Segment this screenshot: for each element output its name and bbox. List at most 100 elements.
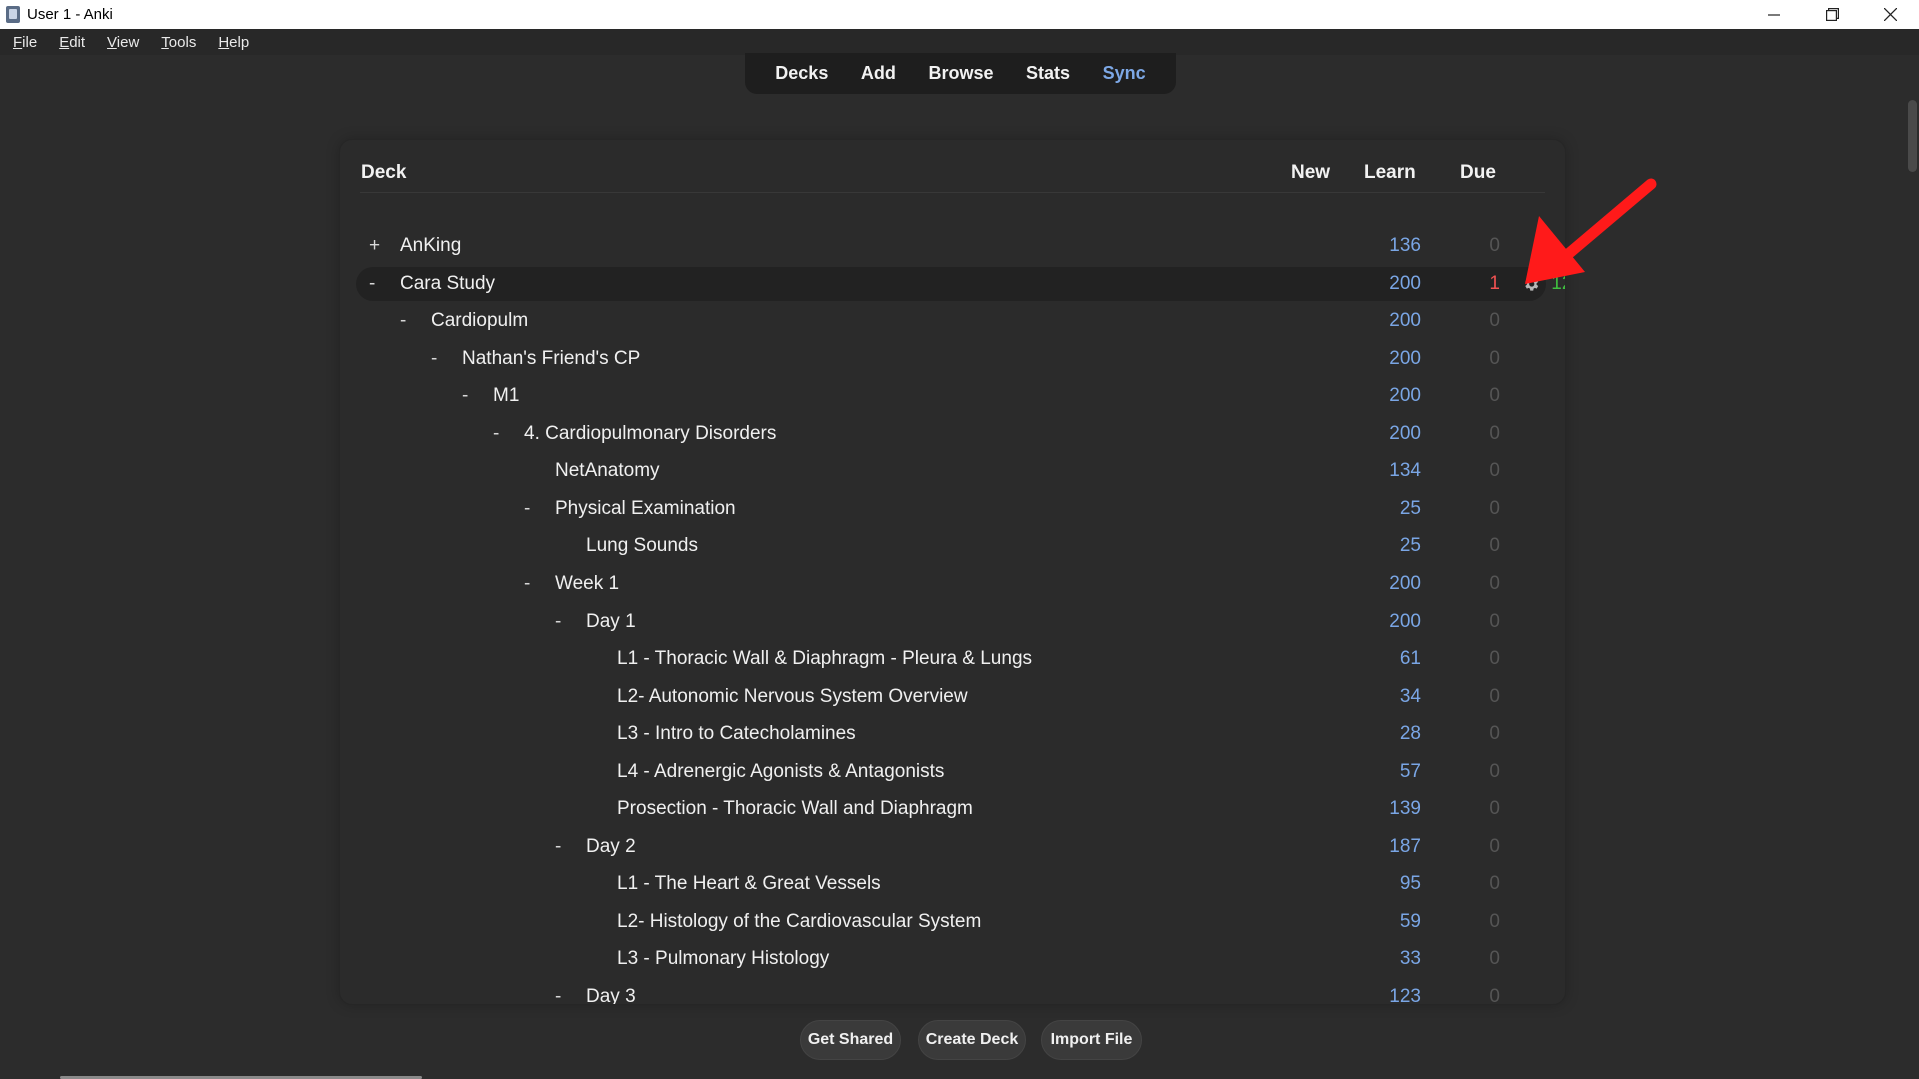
toolbar-stats[interactable]: Stats xyxy=(1026,63,1070,84)
deck-name-link[interactable]: - Cara Study xyxy=(369,273,495,295)
deck-name-link[interactable]: - Cardiopulm xyxy=(400,310,528,332)
new-count: 33 xyxy=(1399,948,1421,970)
menu-tools-label: ools xyxy=(168,33,197,51)
deck-collapse-toggle[interactable]: - xyxy=(400,310,431,332)
learn-count: 0 xyxy=(1489,610,1500,632)
deck-name-link[interactable]: L3 - Pulmonary Histology xyxy=(586,948,829,970)
deck-row[interactable]: -Day 218700 xyxy=(356,830,1546,864)
deck-row[interactable]: -Nathan's Friend's CP20000 xyxy=(356,342,1546,376)
deck-collapse-toggle[interactable]: - xyxy=(555,611,586,633)
due-count: 0 xyxy=(1523,723,1565,745)
deck-name-link[interactable]: L4 - Adrenergic Agonists & Antagonists xyxy=(586,761,944,783)
vertical-scrollbar-thumb[interactable] xyxy=(1908,100,1917,172)
deck-row[interactable]: -Cardiopulm20000 xyxy=(356,304,1546,338)
column-header-learn: Learn xyxy=(1364,162,1416,183)
deck-name-link[interactable]: L2- Autonomic Nervous System Overview xyxy=(586,686,968,708)
toolbar-browse[interactable]: Browse xyxy=(928,63,993,84)
deck-name-link[interactable]: - M1 xyxy=(462,385,519,407)
due-count: 0 xyxy=(1523,348,1565,370)
new-count: 61 xyxy=(1399,648,1421,670)
red-arrow-annotation xyxy=(1525,178,1657,284)
new-count: 187 xyxy=(1389,835,1421,857)
due-count: 0 xyxy=(1523,423,1565,445)
deck-name-link[interactable]: L2- Histology of the Cardiovascular Syst… xyxy=(586,911,981,933)
deck-row[interactable]: -Week 120000 xyxy=(356,567,1546,601)
deck-name-link[interactable]: Prosection - Thoracic Wall and Diaphragm xyxy=(586,798,973,820)
minimize-button[interactable] xyxy=(1745,0,1803,29)
new-count: 200 xyxy=(1389,347,1421,369)
deck-collapse-toggle[interactable]: - xyxy=(524,573,555,595)
learn-count: 0 xyxy=(1489,986,1500,1004)
column-header-due: Due xyxy=(1460,162,1496,183)
deck-row[interactable]: L4 - Adrenergic Agonists & Antagonists 57… xyxy=(356,755,1546,789)
toolbar-add[interactable]: Add xyxy=(861,63,896,84)
deck-row[interactable]: L1 - The Heart & Great Vessels9500 xyxy=(356,867,1546,901)
due-count: 0 xyxy=(1523,460,1565,482)
column-header-deck: Deck xyxy=(361,162,407,183)
new-count: 200 xyxy=(1389,310,1421,332)
toolbar-decks[interactable]: Decks xyxy=(775,63,828,84)
deck-collapse-toggle[interactable]: - xyxy=(431,348,462,370)
deck-collapse-toggle[interactable]: - xyxy=(462,385,493,407)
get-shared-button[interactable]: Get Shared xyxy=(800,1020,901,1060)
deck-name-link[interactable]: + AnKing xyxy=(369,235,461,257)
deck-name-label: Cara Study xyxy=(400,272,496,294)
due-count: 0 xyxy=(1523,498,1565,520)
deck-row[interactable]: L2- Autonomic Nervous System Overview 34 0… xyxy=(356,680,1546,714)
deck-name-link[interactable]: L1 - Thoracic Wall & Diaphragm - Pleura … xyxy=(586,648,1032,670)
deck-name-label: Lung Sounds xyxy=(586,535,698,557)
deck-list: Deck New Learn Due +AnKing13600-Cara Stu… xyxy=(340,140,1565,1004)
menu-view[interactable]: View xyxy=(94,34,148,51)
deck-row[interactable]: -Day 120000 xyxy=(356,605,1546,639)
due-count: 0 xyxy=(1523,648,1565,670)
new-count: 200 xyxy=(1389,272,1421,294)
deck-name-link[interactable]: Lung Sounds xyxy=(555,535,698,557)
restore-button[interactable] xyxy=(1803,0,1861,29)
menu-edit[interactable]: Edit xyxy=(46,34,94,51)
menu-help-accelerator: H xyxy=(218,33,230,51)
menu-file-accelerator: F xyxy=(13,33,23,51)
deck-row[interactable]: L3 - Pulmonary Histology3300 xyxy=(356,942,1546,976)
deck-row[interactable]: -Physical Examination2500 xyxy=(356,492,1546,526)
deck-name-link[interactable]: L3 - Intro to Catecholamines xyxy=(586,723,856,745)
due-count: 0 xyxy=(1523,986,1565,1004)
deck-row[interactable]: L2- Histology of the Cardiovascular Syst… xyxy=(356,905,1546,939)
deck-name-link[interactable]: - Day 3 xyxy=(555,986,636,1004)
deck-row[interactable]: L1 - Thoracic Wall & Diaphragm - Pleura … xyxy=(356,642,1546,676)
deck-collapse-toggle[interactable]: + xyxy=(369,235,400,257)
deck-name-link[interactable]: NetAnatomy xyxy=(524,460,660,482)
vertical-scrollbar[interactable] xyxy=(1905,55,1919,1079)
learn-count: 0 xyxy=(1489,347,1500,369)
deck-name-link[interactable]: -4. Cardiopulmonary Disorders xyxy=(493,423,776,445)
deck-row[interactable]: -Cara Study2001128 xyxy=(356,266,1565,301)
deck-row[interactable]: -M120000 xyxy=(356,379,1546,413)
deck-name-link[interactable]: - Week 1 xyxy=(524,573,619,595)
deck-collapse-toggle[interactable]: - xyxy=(555,986,586,1004)
menu-help[interactable]: Help xyxy=(205,34,258,51)
menu-tools[interactable]: Tools xyxy=(148,34,205,51)
menu-file[interactable]: File xyxy=(0,34,46,51)
deck-row[interactable]: -Day 312300 xyxy=(356,980,1546,1004)
deck-collapse-toggle[interactable]: - xyxy=(524,498,555,520)
deck-collapse-toggle[interactable]: - xyxy=(369,273,400,295)
import-file-button[interactable]: Import File xyxy=(1041,1020,1142,1060)
close-button[interactable] xyxy=(1861,0,1919,29)
deck-name-label: Cardiopulm xyxy=(431,310,529,332)
deck-row[interactable]: Prosection - Thoracic Wall and Diaphragm… xyxy=(356,792,1546,826)
deck-row[interactable]: L3 - Intro to Catecholamines2800 xyxy=(356,717,1546,751)
deck-name-link[interactable]: - Nathan's Friend's CP xyxy=(431,348,640,370)
deck-row[interactable]: NetAnatomy13400 xyxy=(356,454,1546,488)
toolbar-sync[interactable]: Sync xyxy=(1103,63,1146,84)
deck-name-link[interactable]: - Day 2 xyxy=(555,836,636,858)
deck-name-link[interactable]: - Physical Examination xyxy=(524,498,736,520)
deck-name-link[interactable]: L1 - The Heart & Great Vessels xyxy=(586,873,881,895)
deck-collapse-toggle[interactable]: - xyxy=(493,423,524,445)
deck-row[interactable]: Lung Sounds2500 xyxy=(356,529,1546,563)
deck-collapse-toggle[interactable]: - xyxy=(555,836,586,858)
create-deck-button[interactable]: Create Deck xyxy=(918,1020,1026,1060)
deck-name-link[interactable]: - Day 1 xyxy=(555,611,636,633)
learn-count: 0 xyxy=(1489,948,1500,970)
deck-row[interactable]: -4. Cardiopulmonary Disorders20000 xyxy=(356,417,1546,451)
deck-row[interactable]: +AnKing13600 xyxy=(356,229,1546,263)
new-count: 134 xyxy=(1389,460,1421,482)
